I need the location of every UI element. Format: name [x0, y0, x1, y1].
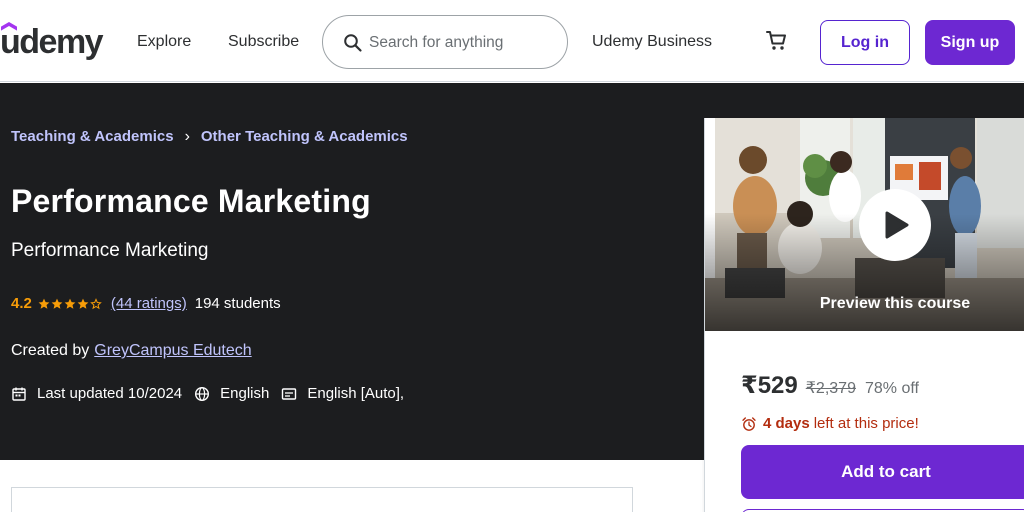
globe-icon	[195, 386, 210, 402]
timer-days: 4 days	[763, 415, 810, 432]
instructor-link[interactable]: GreyCampus Edutech	[94, 341, 251, 361]
timer-text: left at this price!	[813, 415, 919, 432]
price-row: ₹529 ₹2,379 78% off	[741, 371, 919, 400]
course-captions: English [Auto],	[307, 385, 405, 402]
ratings-count-link[interactable]: (44 ratings)	[111, 295, 187, 313]
star-outline-icon	[90, 298, 102, 310]
rating-row: 4.2 (44 ratings) 194 students	[11, 295, 281, 313]
cart-icon[interactable]	[765, 29, 789, 53]
course-subtitle: Performance Marketing	[11, 240, 209, 261]
search-icon[interactable]	[343, 33, 363, 53]
preview-course-label[interactable]: Preview this course	[705, 294, 1024, 314]
play-icon	[885, 211, 909, 239]
add-to-cart-button[interactable]: Add to cart	[741, 445, 1024, 499]
star-icon	[64, 298, 76, 309]
alarm-icon	[742, 417, 756, 431]
subscribe-link[interactable]: Subscribe	[228, 32, 299, 52]
star-rating	[38, 298, 103, 310]
created-by-label: Created by	[11, 342, 90, 359]
rating-value: 4.2	[11, 295, 32, 312]
star-icon	[77, 298, 89, 309]
price-timer: 4 days left at this price!	[741, 415, 919, 433]
course-purchase-card: Preview this course ₹529 ₹2,379 78% off …	[704, 118, 1024, 512]
calendar-icon	[12, 387, 26, 401]
udemy-business-link[interactable]: Udemy Business	[592, 32, 712, 52]
breadcrumb-item-other-teaching-academics[interactable]: Other Teaching & Academics	[201, 128, 408, 146]
login-button[interactable]: Log in	[820, 20, 910, 65]
breadcrumb: Teaching & Academics › Other Teaching & …	[11, 128, 408, 146]
course-preview-video[interactable]: Preview this course	[705, 118, 1024, 331]
course-title: Performance Marketing	[11, 183, 371, 219]
original-price: ₹2,379	[805, 380, 856, 397]
discount-percent: 78% off	[864, 380, 919, 397]
udemy-logo[interactable]: udemy	[0, 22, 104, 62]
what-you-learn-box	[11, 487, 633, 512]
breadcrumb-separator: ›	[184, 128, 190, 145]
course-meta-row: Last updated 10/2024 English English [Au…	[11, 385, 416, 403]
signup-button[interactable]: Sign up	[925, 20, 1015, 65]
current-price: ₹529	[741, 372, 798, 399]
explore-link[interactable]: Explore	[137, 32, 191, 52]
search-bar[interactable]	[322, 15, 568, 69]
created-by-row: Created by GreyCampus Edutech	[11, 341, 252, 361]
star-icon	[38, 298, 50, 309]
top-header: udemy Explore Subscribe Udemy Business L…	[0, 0, 1024, 82]
students-count: 194 students	[194, 295, 281, 312]
star-icon	[51, 298, 63, 309]
search-input[interactable]	[369, 30, 549, 56]
last-updated: Last updated 10/2024	[37, 385, 183, 402]
play-button[interactable]	[859, 189, 931, 261]
captions-icon	[282, 388, 297, 400]
logo-hat-icon	[1, 22, 17, 31]
course-language: English	[220, 385, 270, 402]
breadcrumb-item-teaching-academics[interactable]: Teaching & Academics	[11, 128, 174, 146]
